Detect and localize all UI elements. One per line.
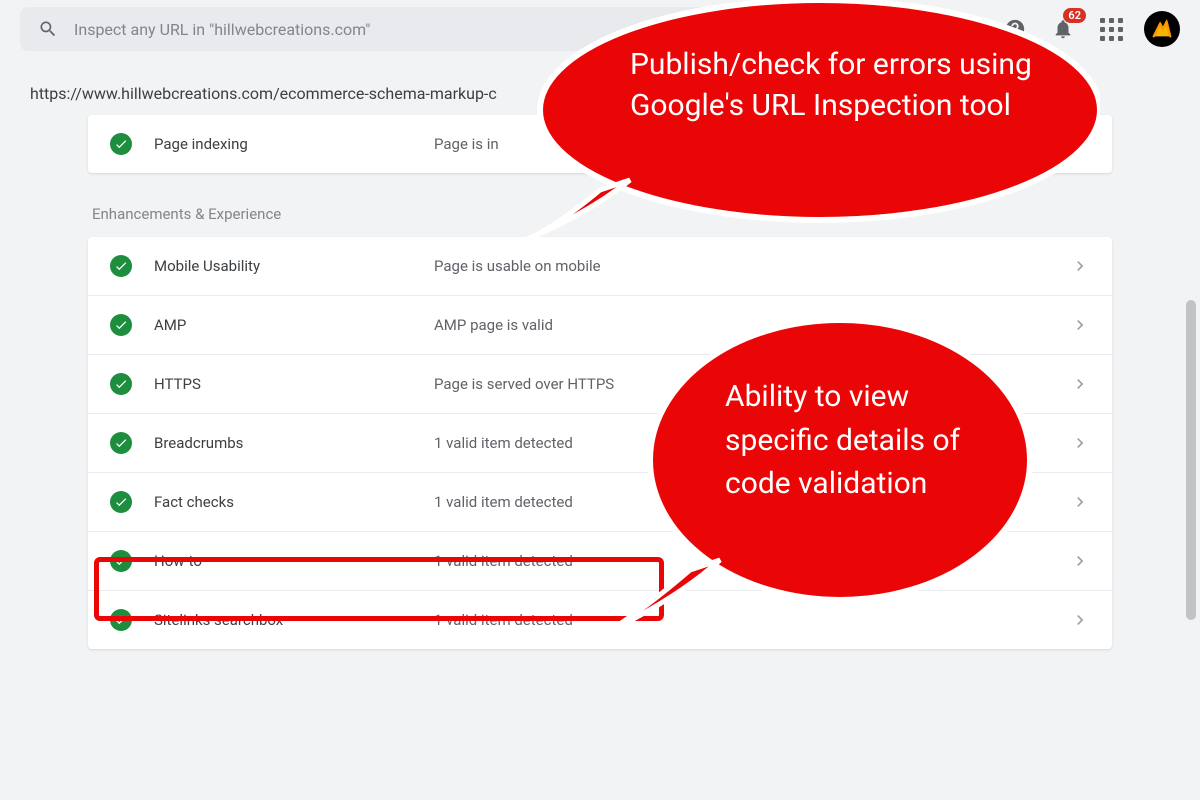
row-label: Breadcrumbs bbox=[154, 434, 434, 452]
chevron-right-icon bbox=[1070, 610, 1090, 630]
indexing-label: Page indexing bbox=[154, 135, 434, 153]
row-label: How-to bbox=[154, 552, 434, 570]
check-icon bbox=[110, 133, 132, 155]
row-status: 1 valid item detected bbox=[434, 611, 1070, 629]
row-how-to[interactable]: How-to 1 valid item detected bbox=[88, 531, 1112, 590]
chevron-right-icon bbox=[1070, 256, 1090, 276]
row-status: Page is served over HTTPS bbox=[434, 375, 1070, 393]
row-sitelinks-searchbox[interactable]: Sitelinks searchbox 1 valid item detecte… bbox=[88, 590, 1112, 649]
avatar[interactable] bbox=[1144, 11, 1180, 47]
row-label: Fact checks bbox=[154, 493, 434, 511]
row-status: AMP page is valid bbox=[434, 316, 1070, 334]
check-icon bbox=[110, 609, 132, 631]
row-status: Page is usable on mobile bbox=[434, 257, 1070, 275]
row-https[interactable]: HTTPS Page is served over HTTPS bbox=[88, 354, 1112, 413]
check-icon bbox=[110, 550, 132, 572]
chevron-right-icon bbox=[1070, 433, 1090, 453]
topbar: Inspect any URL in "hillwebcreations.com… bbox=[0, 0, 1200, 58]
apps-icon[interactable] bbox=[1096, 14, 1126, 44]
indexing-status: Page is in bbox=[434, 135, 1090, 153]
check-icon bbox=[110, 491, 132, 513]
chevron-right-icon bbox=[1070, 374, 1090, 394]
inspected-url: https://www.hillwebcreations.com/ecommer… bbox=[0, 58, 1200, 115]
top-icons: 62 bbox=[1000, 11, 1180, 47]
chevron-right-icon bbox=[1070, 551, 1090, 571]
indexing-row[interactable]: Page indexing Page is in bbox=[88, 115, 1112, 173]
search-icon bbox=[38, 19, 58, 39]
enhancements-card: Mobile Usability Page is usable on mobil… bbox=[88, 237, 1112, 649]
row-status: 1 valid item detected bbox=[434, 493, 1070, 511]
row-status: 1 valid item detected bbox=[434, 552, 1070, 570]
check-icon bbox=[110, 255, 132, 277]
scrollbar[interactable] bbox=[1186, 300, 1196, 620]
chevron-right-icon bbox=[1070, 315, 1090, 335]
row-label: Sitelinks searchbox bbox=[154, 611, 434, 629]
row-label: HTTPS bbox=[154, 375, 434, 393]
search-input[interactable]: Inspect any URL in "hillwebcreations.com… bbox=[20, 7, 920, 51]
row-mobile-usability[interactable]: Mobile Usability Page is usable on mobil… bbox=[88, 237, 1112, 295]
row-amp[interactable]: AMP AMP page is valid bbox=[88, 295, 1112, 354]
chevron-right-icon bbox=[1070, 492, 1090, 512]
search-placeholder: Inspect any URL in "hillwebcreations.com… bbox=[74, 20, 370, 39]
row-status: 1 valid item detected bbox=[434, 434, 1070, 452]
notification-badge: 62 bbox=[1063, 8, 1086, 23]
notifications-icon[interactable]: 62 bbox=[1048, 14, 1078, 44]
indexing-card: Page indexing Page is in bbox=[88, 115, 1112, 173]
row-label: AMP bbox=[154, 316, 434, 334]
help-icon[interactable] bbox=[1000, 14, 1030, 44]
check-icon bbox=[110, 373, 132, 395]
row-label: Mobile Usability bbox=[154, 257, 434, 275]
check-icon bbox=[110, 432, 132, 454]
row-fact-checks[interactable]: Fact checks 1 valid item detected bbox=[88, 472, 1112, 531]
row-breadcrumbs[interactable]: Breadcrumbs 1 valid item detected bbox=[88, 413, 1112, 472]
check-icon bbox=[110, 314, 132, 336]
main-content: Page indexing Page is in Enhancements & … bbox=[0, 115, 1200, 649]
section-title: Enhancements & Experience bbox=[88, 195, 1112, 237]
